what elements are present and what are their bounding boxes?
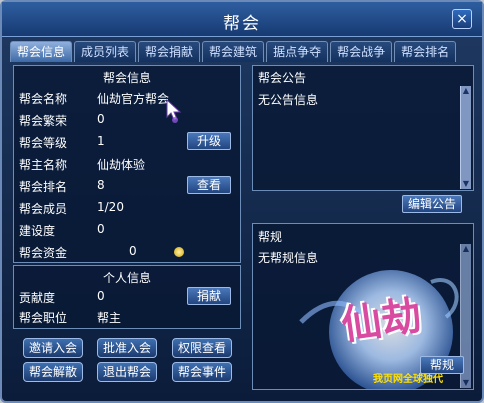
logo-text: 仙劫 xyxy=(338,292,425,350)
guild-name-label: 帮会名称 xyxy=(19,92,68,106)
guild-members-row: 帮会成员 1/20 xyxy=(19,198,247,218)
guild-funds-value: 0 xyxy=(129,244,137,258)
tab-guild-war[interactable]: 帮会战争 xyxy=(330,41,393,62)
guild-members-label: 帮会成员 xyxy=(19,202,68,216)
announcement-title: 帮会公告 xyxy=(258,71,307,85)
guild-members-value: 1/20 xyxy=(97,200,124,214)
guild-position-row: 帮会职位 帮主 xyxy=(19,307,247,327)
guild-funds-row: 帮会资金 0 xyxy=(19,242,247,262)
edit-announcement-button[interactable]: 编辑公告 xyxy=(402,195,462,213)
rules-button[interactable]: 帮规 xyxy=(420,356,464,374)
guild-info-title: 帮会信息 xyxy=(102,71,151,85)
personal-info-panel: 个人信息 贡献度 0 捐献 帮会职位 帮主 xyxy=(13,265,241,329)
tab-bar: 帮会信息 成员列表 帮会捐献 帮会建筑 据点争夺 帮会战争 帮会排名 xyxy=(10,41,457,63)
guild-level-row: 帮会等级 1 升级 xyxy=(19,132,247,152)
guild-prosperity-label: 帮会繁荣 xyxy=(19,114,68,128)
announcement-panel: 帮会公告 无公告信息 ▲ ▼ xyxy=(252,65,474,191)
guild-info-panel: 帮会信息 帮会名称 仙劫官方帮会 帮会繁荣 0 帮会等级 1 升级 帮主名称 仙… xyxy=(13,65,241,263)
guild-name-value: 仙劫官方帮会 xyxy=(97,92,170,106)
leader-name-label: 帮主名称 xyxy=(19,158,68,172)
announcement-text: 无公告信息 xyxy=(258,93,319,107)
guild-rank-row: 帮会排名 8 查看 xyxy=(19,176,247,196)
close-icon[interactable]: × xyxy=(452,9,472,29)
view-ranking-button[interactable]: 查看 xyxy=(187,176,231,194)
personal-info-title: 个人信息 xyxy=(102,271,151,285)
guild-window: 帮会 × 帮会信息 成员列表 帮会捐献 帮会建筑 据点争夺 帮会战争 帮会排名 … xyxy=(0,0,484,403)
coin-icon xyxy=(174,247,184,257)
guild-level-label: 帮会等级 xyxy=(19,136,68,150)
tab-guild-buildings[interactable]: 帮会建筑 xyxy=(202,41,265,62)
construction-label: 建设度 xyxy=(19,224,56,238)
disband-guild-button[interactable]: 帮会解散 xyxy=(23,362,83,382)
tab-guild-ranking[interactable]: 帮会排名 xyxy=(394,41,457,62)
window-title: 帮会 xyxy=(223,14,261,34)
rules-title: 帮规 xyxy=(258,230,283,244)
rules-scroll-up-icon[interactable]: ▲ xyxy=(461,244,471,254)
invite-member-button[interactable]: 邀请入会 xyxy=(23,338,83,358)
tab-stronghold[interactable]: 据点争夺 xyxy=(266,41,329,62)
rules-scroll-down-icon[interactable]: ▼ xyxy=(461,378,471,388)
contribution-row: 贡献度 0 捐献 xyxy=(19,287,247,307)
guild-level-value: 1 xyxy=(97,134,105,148)
leader-name-value: 仙劫体验 xyxy=(97,158,146,172)
guild-funds-label: 帮会资金 xyxy=(19,246,68,260)
guild-name-row: 帮会名称 仙劫官方帮会 xyxy=(19,88,247,108)
contribution-label: 贡献度 xyxy=(19,291,56,305)
tab-guild-donation[interactable]: 帮会捐献 xyxy=(138,41,201,62)
tab-guild-info[interactable]: 帮会信息 xyxy=(10,41,73,62)
leave-guild-button[interactable]: 退出帮会 xyxy=(97,362,157,382)
donate-button[interactable]: 捐献 xyxy=(187,287,231,305)
construction-row: 建设度 0 xyxy=(19,220,247,240)
title-bar: 帮会 × xyxy=(2,2,482,37)
leader-name-row: 帮主名称 仙劫体验 xyxy=(19,154,247,174)
approve-member-button[interactable]: 批准入会 xyxy=(97,338,157,358)
guild-prosperity-row: 帮会繁荣 0 xyxy=(19,110,247,130)
guild-prosperity-value: 0 xyxy=(97,112,105,126)
upgrade-button[interactable]: 升级 xyxy=(187,132,231,150)
scroll-up-icon[interactable]: ▲ xyxy=(461,86,471,96)
guild-rank-label: 帮会排名 xyxy=(19,180,68,194)
scroll-down-icon[interactable]: ▼ xyxy=(461,179,471,189)
guild-position-value: 帮主 xyxy=(97,311,122,325)
view-permissions-button[interactable]: 权限查看 xyxy=(172,338,232,358)
tab-member-list[interactable]: 成员列表 xyxy=(74,41,137,62)
contribution-value: 0 xyxy=(97,289,105,303)
construction-value: 0 xyxy=(97,222,105,236)
guild-events-button[interactable]: 帮会事件 xyxy=(172,362,232,382)
guild-rank-value: 8 xyxy=(97,178,105,192)
mouse-cursor-icon xyxy=(166,99,182,123)
announcement-scrollbar[interactable]: ▲ ▼ xyxy=(460,86,471,189)
guild-position-label: 帮会职位 xyxy=(19,311,68,325)
